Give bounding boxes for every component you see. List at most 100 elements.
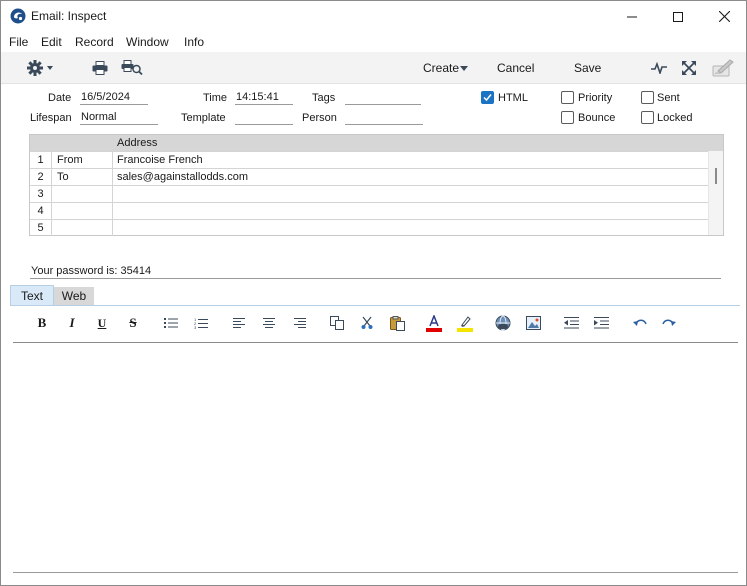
operations-menu-button[interactable] xyxy=(26,59,56,77)
editor-bottom-border xyxy=(13,572,738,573)
window-title: Email: Inspect xyxy=(31,9,107,23)
activity-button[interactable] xyxy=(650,59,668,77)
italic-button[interactable]: I xyxy=(63,314,81,332)
menu-record[interactable]: Record xyxy=(75,35,114,49)
link-button[interactable] xyxy=(494,314,512,332)
menu-edit[interactable]: Edit xyxy=(41,35,62,49)
recipient-type-cell[interactable] xyxy=(52,203,113,219)
redo-button[interactable] xyxy=(660,314,678,332)
outdent-icon xyxy=(563,317,579,329)
minimize-icon xyxy=(627,16,637,17)
tags-field[interactable] xyxy=(345,91,421,105)
menu-bar: File Edit Record Window Info xyxy=(1,32,746,52)
cut-icon xyxy=(361,316,373,329)
table-row[interactable]: 5 xyxy=(30,219,708,236)
save-button[interactable]: Save xyxy=(574,61,601,75)
expand-button[interactable] xyxy=(680,59,698,77)
menu-info[interactable]: Info xyxy=(184,35,204,49)
date-field[interactable]: 16/5/2024 xyxy=(80,91,148,105)
grid-scrollbar[interactable] xyxy=(708,151,723,235)
row-number: 5 xyxy=(30,220,52,236)
sent-checkbox[interactable] xyxy=(641,91,654,104)
table-row[interactable]: 2 To sales@againstallodds.com xyxy=(30,168,708,185)
template-field[interactable] xyxy=(235,111,293,125)
row-number: 2 xyxy=(30,169,52,185)
bounce-checkbox[interactable] xyxy=(561,111,574,124)
recipient-address-cell[interactable]: Francoise French xyxy=(113,152,708,168)
strikethrough-icon: S xyxy=(129,315,137,330)
toolbar: Create Cancel Save xyxy=(1,52,746,84)
align-right-button[interactable] xyxy=(291,314,309,332)
cut-button[interactable] xyxy=(358,314,376,332)
menu-window[interactable]: Window xyxy=(126,35,169,49)
recipient-type-cell[interactable]: To xyxy=(52,169,113,185)
undo-button[interactable] xyxy=(631,314,649,332)
text-color-button[interactable] xyxy=(425,314,443,332)
align-right-icon xyxy=(294,317,306,328)
menu-file[interactable]: File xyxy=(9,35,28,49)
paste-button[interactable] xyxy=(388,314,406,332)
print-button[interactable] xyxy=(91,59,109,77)
align-center-icon xyxy=(263,317,275,328)
recipient-type-cell[interactable]: From xyxy=(52,152,113,168)
align-left-icon xyxy=(233,317,245,328)
bulleted-list-icon xyxy=(164,318,178,328)
time-field[interactable]: 14:15:41 xyxy=(235,91,293,105)
bold-button[interactable]: B xyxy=(33,314,51,332)
tab-divider xyxy=(10,305,740,306)
maximize-button[interactable] xyxy=(655,1,701,32)
bulleted-list-button[interactable] xyxy=(162,314,180,332)
recipient-address-cell[interactable] xyxy=(113,186,708,202)
print-preview-button[interactable] xyxy=(120,59,144,77)
subject-field[interactable]: Your password is: 35414 xyxy=(30,265,721,279)
locked-checkbox[interactable] xyxy=(641,111,654,124)
table-row[interactable]: 4 xyxy=(30,202,708,219)
bold-icon: B xyxy=(37,315,47,330)
cancel-button[interactable]: Cancel xyxy=(497,61,534,75)
time-label: Time xyxy=(203,92,228,104)
sign-button[interactable] xyxy=(711,59,735,77)
html-checkbox[interactable] xyxy=(481,91,494,104)
person-label: Person xyxy=(302,112,337,124)
close-button[interactable] xyxy=(701,1,747,32)
tab-text[interactable]: Text xyxy=(10,285,54,305)
recipient-type-cell[interactable] xyxy=(52,186,113,202)
minimize-button[interactable] xyxy=(609,1,655,32)
align-left-button[interactable] xyxy=(230,314,248,332)
strikethrough-button[interactable]: S xyxy=(124,314,142,332)
italic-icon: I xyxy=(69,315,75,330)
image-button[interactable] xyxy=(524,314,542,332)
indent-button[interactable] xyxy=(592,314,610,332)
paste-icon xyxy=(389,315,405,331)
recipient-address-cell[interactable] xyxy=(113,203,708,219)
lifespan-field[interactable]: Normal xyxy=(80,111,158,125)
create-button[interactable]: Create xyxy=(423,61,459,75)
locked-checkbox-label: Locked xyxy=(657,112,693,124)
priority-checkbox[interactable] xyxy=(561,91,574,104)
align-center-button[interactable] xyxy=(260,314,278,332)
gear-icon xyxy=(27,60,53,76)
date-label: Date xyxy=(48,92,72,104)
scrollbar-thumb[interactable] xyxy=(715,168,717,184)
highlight-button[interactable] xyxy=(456,314,474,332)
tab-web[interactable]: Web xyxy=(54,287,94,305)
bounce-checkbox-label: Bounce xyxy=(578,112,616,124)
underline-button[interactable]: U xyxy=(93,314,111,332)
lifespan-label: Lifespan xyxy=(30,112,72,124)
row-number: 1 xyxy=(30,152,52,168)
table-row[interactable]: 1 From Francoise French xyxy=(30,151,708,168)
tags-label: Tags xyxy=(312,92,336,104)
underline-icon: U xyxy=(97,315,107,330)
copy-button[interactable] xyxy=(328,314,346,332)
message-body-editor[interactable] xyxy=(13,344,738,571)
recipient-address-cell[interactable]: sales@againstallodds.com xyxy=(113,169,708,185)
numbered-list-button[interactable]: 123 xyxy=(192,314,210,332)
person-field[interactable] xyxy=(345,111,423,125)
recipient-type-cell[interactable] xyxy=(52,220,113,236)
table-row[interactable]: 3 xyxy=(30,185,708,202)
outdent-button[interactable] xyxy=(562,314,580,332)
redo-icon xyxy=(662,319,676,326)
copy-icon xyxy=(330,316,344,330)
numbered-list-icon: 123 xyxy=(194,317,208,330)
recipient-address-cell[interactable] xyxy=(113,220,708,236)
